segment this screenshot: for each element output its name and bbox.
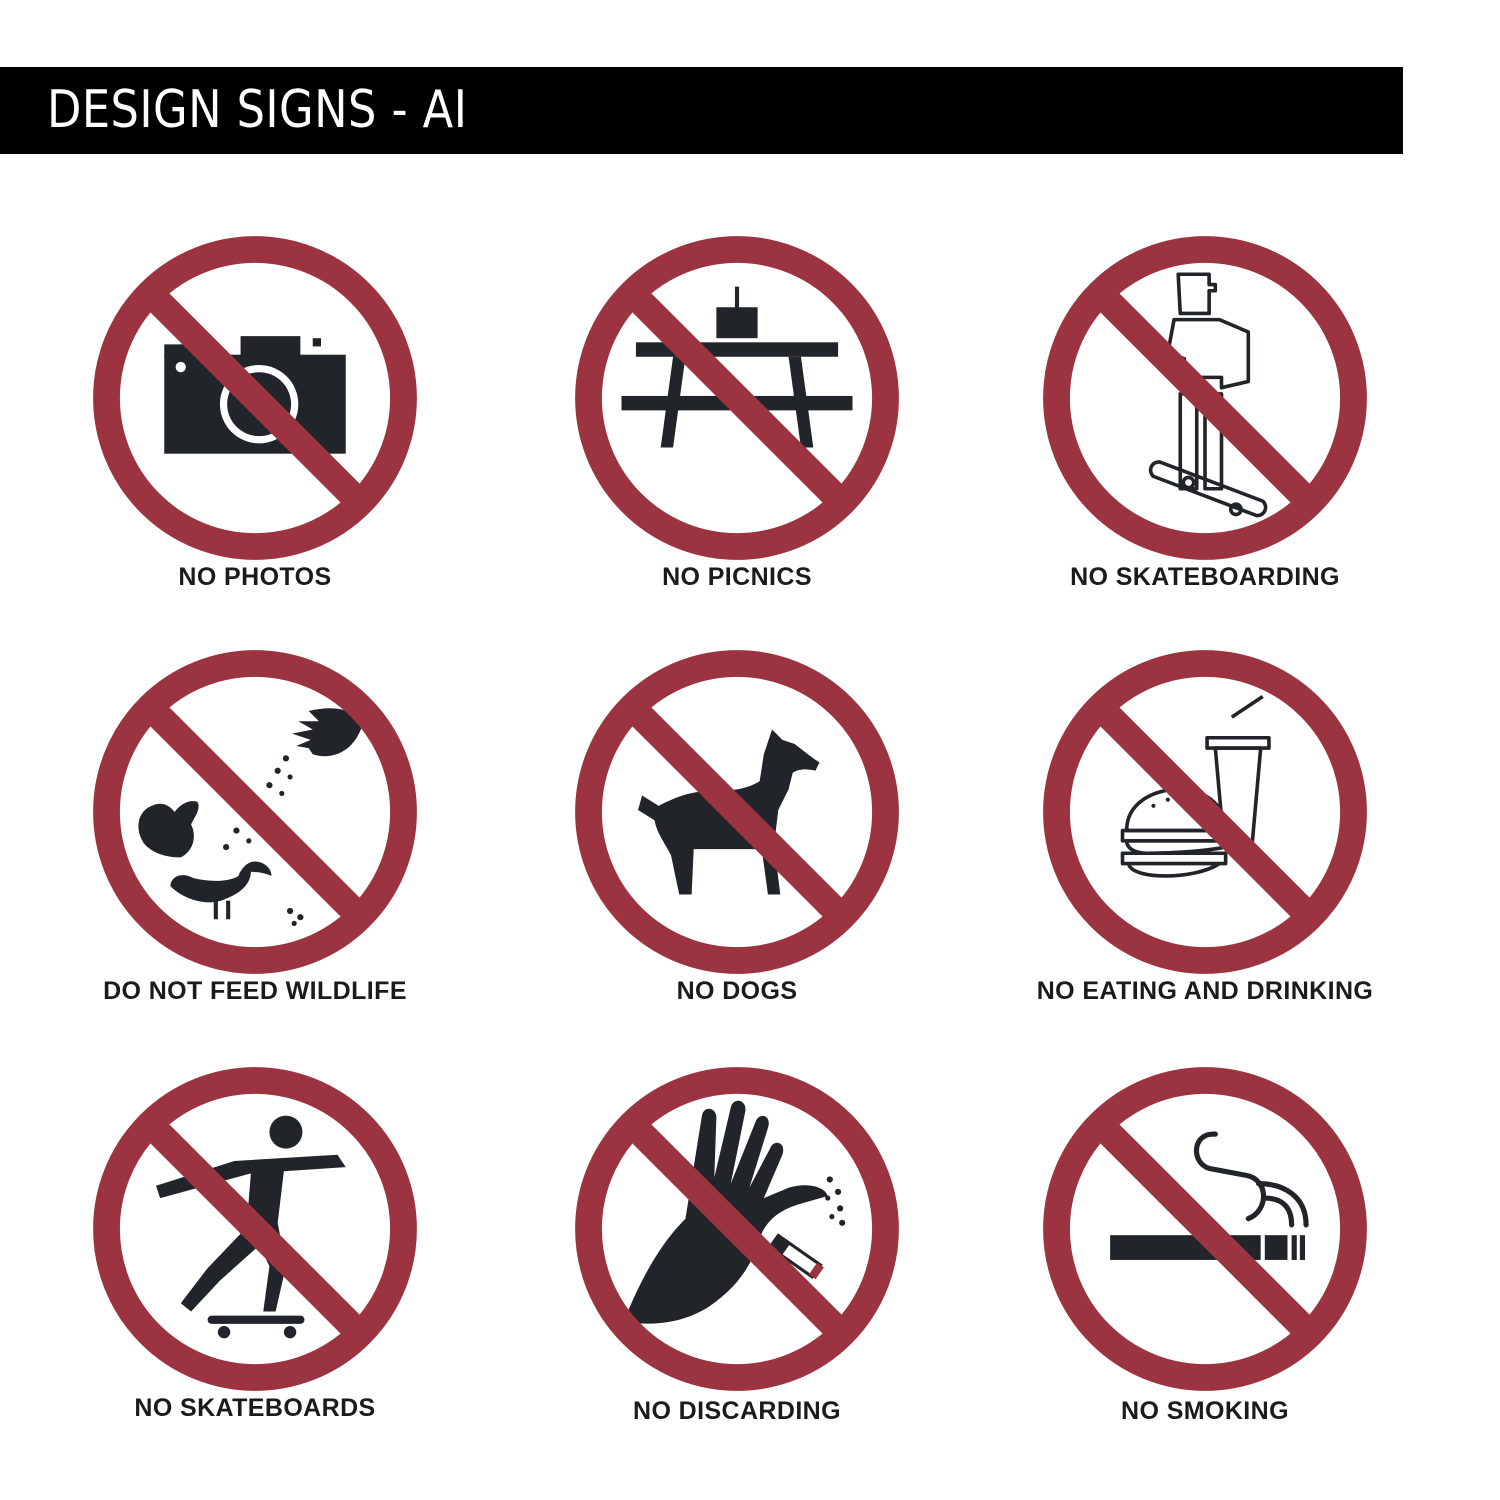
sign-no-picnics: NO PICNICS: [557, 233, 917, 603]
sign-label: NO SKATEBOARDS: [134, 1394, 376, 1422]
sign-label: NO SKATEBOARDING: [1070, 563, 1340, 591]
cigarette-icon: [1043, 1067, 1367, 1391]
feeding-wildlife-icon: [93, 650, 417, 974]
sign-label: NO DOGS: [676, 977, 798, 1005]
sign-no-skateboarding: NO SKATEBOARDING: [1025, 233, 1385, 603]
dog-icon: [575, 650, 899, 974]
sign-label: NO PICNICS: [662, 563, 812, 591]
sign-no-skateboards: NO SKATEBOARDS: [75, 1064, 435, 1434]
burger-and-drink-icon: [1043, 650, 1367, 974]
sign-label: DO NOT FEED WILDLIFE: [103, 977, 407, 1005]
sign-no-smoking: NO SMOKING: [1025, 1064, 1385, 1434]
sign-no-dogs: NO DOGS: [557, 647, 917, 1017]
sign-no-discarding: NO DISCARDING: [557, 1064, 917, 1434]
page-title: DESIGN SIGNS - AI: [47, 80, 468, 140]
camera-icon: [93, 236, 417, 560]
sign-label: NO SMOKING: [1121, 1397, 1289, 1425]
sign-do-not-feed-wildlife: DO NOT FEED WILDLIFE: [75, 647, 435, 1017]
sign-no-eating-and-drinking: NO EATING AND DRINKING: [1025, 647, 1385, 1017]
skateboarder-icon: [93, 1067, 417, 1391]
title-bar: DESIGN SIGNS - AI: [0, 67, 1403, 154]
sign-label: NO EATING AND DRINKING: [1036, 977, 1374, 1005]
sign-no-photos: NO PHOTOS: [75, 233, 435, 603]
sign-label: NO PHOTOS: [178, 563, 332, 591]
sign-label: NO DISCARDING: [633, 1397, 841, 1425]
skateboarder-outline-icon: [1043, 236, 1367, 560]
picnic-table-icon: [575, 236, 899, 560]
hand-dropping-cigarette-icon: [575, 1067, 899, 1391]
